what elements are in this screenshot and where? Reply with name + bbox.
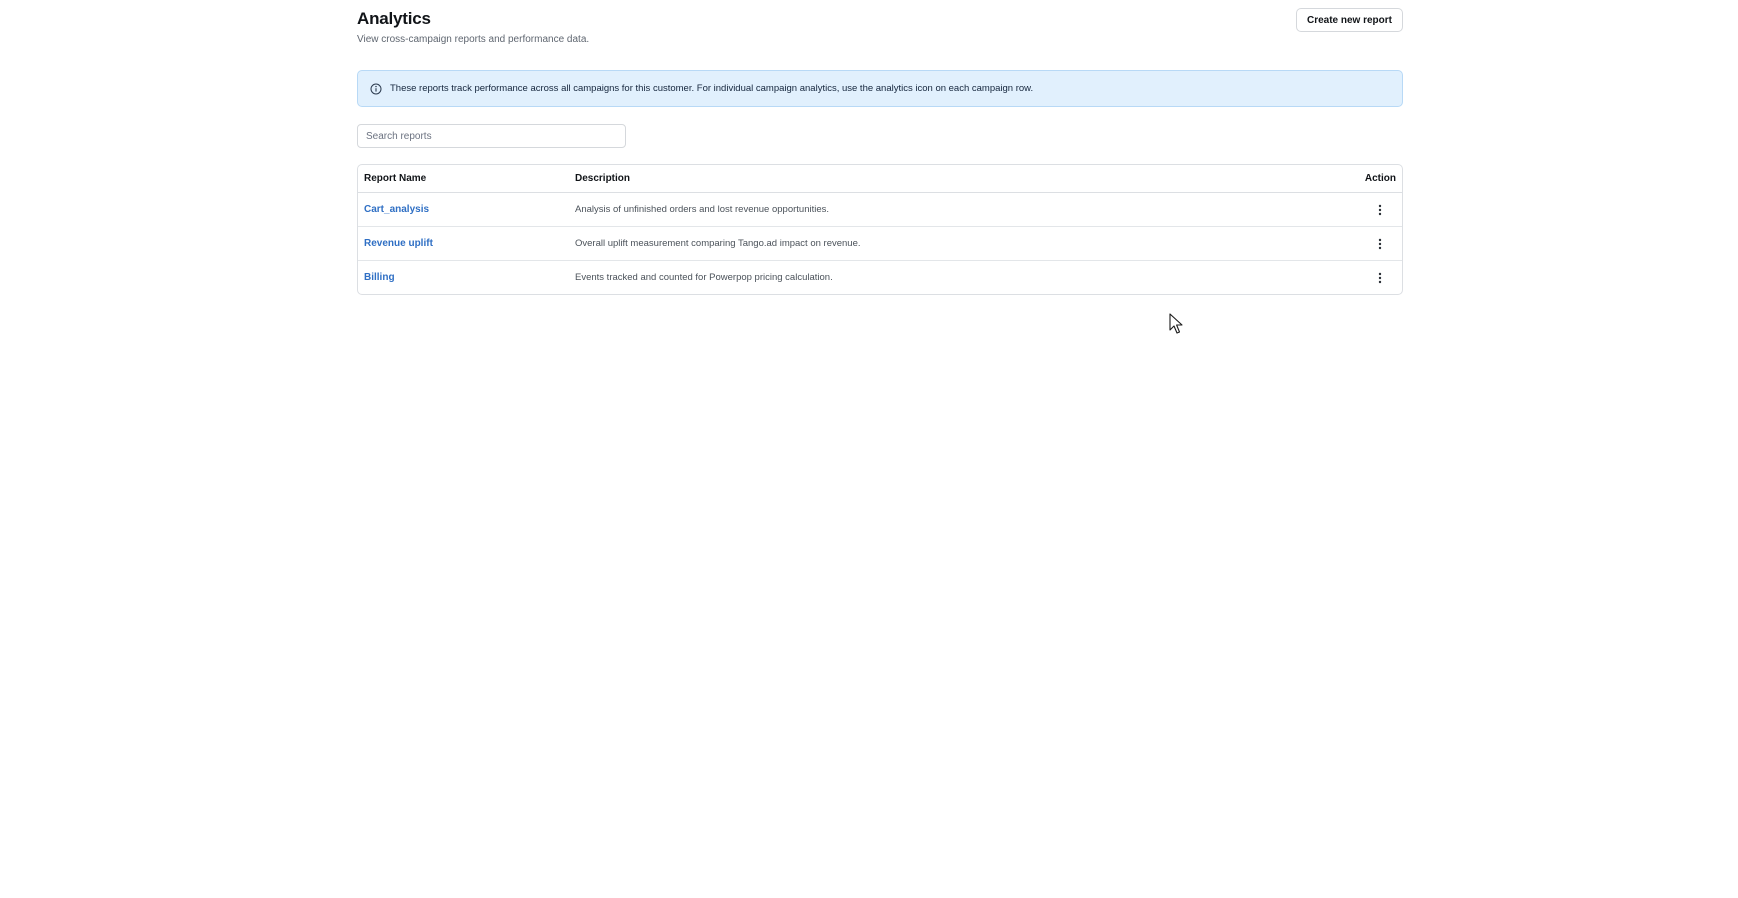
table-row: Billing Events tracked and counted for P… xyxy=(358,261,1402,295)
reports-table: Report Name Description Action Cart_anal… xyxy=(357,164,1403,295)
table-header-row: Report Name Description Action xyxy=(358,165,1402,193)
page-subtitle: View cross-campaign reports and performa… xyxy=(357,34,590,45)
mouse-cursor-icon xyxy=(1169,313,1183,334)
report-name-cell: Revenue uplift xyxy=(358,226,569,261)
info-banner: These reports track performance across a… xyxy=(357,70,1403,107)
report-link-cart-analysis[interactable]: Cart_analysis xyxy=(364,204,429,215)
info-banner-text: These reports track performance across a… xyxy=(390,83,1034,94)
analytics-page: Analytics View cross-campaign reports an… xyxy=(357,0,1403,295)
report-link-billing[interactable]: Billing xyxy=(364,272,395,283)
column-header-report-name[interactable]: Report Name xyxy=(358,165,569,193)
page-title: Analytics xyxy=(357,9,431,28)
report-action-cell xyxy=(1330,261,1402,295)
table-row: Cart_analysis Analysis of unfinished ord… xyxy=(358,192,1402,227)
report-link-revenue-uplift[interactable]: Revenue uplift xyxy=(364,238,433,249)
report-description-cell: Events tracked and counted for Powerpop … xyxy=(575,272,833,283)
more-vertical-icon[interactable] xyxy=(1371,235,1389,253)
report-name-cell: Cart_analysis xyxy=(358,192,569,227)
column-header-action: Action xyxy=(1330,165,1402,193)
report-name-cell: Billing xyxy=(358,261,569,295)
info-icon xyxy=(370,83,382,95)
create-new-report-button[interactable]: Create new report xyxy=(1295,8,1403,32)
report-description-cell: Analysis of unfinished orders and lost r… xyxy=(569,192,1330,227)
table-row: Revenue uplift Overall uplift measuremen… xyxy=(358,226,1402,261)
more-vertical-icon[interactable] xyxy=(1371,269,1389,287)
more-vertical-icon[interactable] xyxy=(1371,201,1389,219)
page-header: Analytics View cross-campaign reports an… xyxy=(357,0,1403,62)
report-description-cell: Overall uplift measurement comparing Tan… xyxy=(569,226,1330,261)
report-action-cell xyxy=(1330,226,1402,261)
search-reports-input[interactable] xyxy=(357,124,626,148)
column-header-description[interactable]: Description xyxy=(569,165,1330,193)
report-action-cell xyxy=(1330,192,1402,227)
